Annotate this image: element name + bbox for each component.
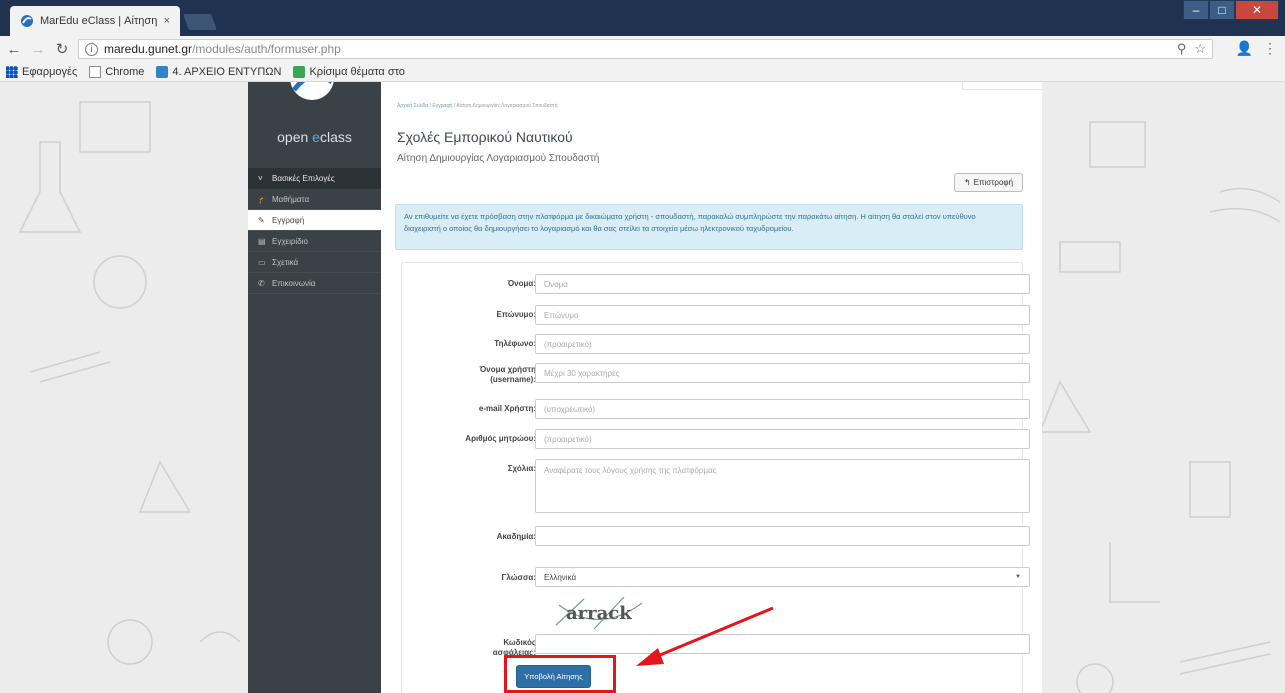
registry-number-label: Αριθμός μητρώου: (465, 434, 536, 443)
url-host: maredu.gunet.gr (104, 42, 193, 56)
sidebar-item-contact[interactable]: ✆ Επικοινωνία (248, 273, 381, 294)
window-controls: – □ ✕ (1183, 0, 1279, 20)
sidebar-item-register[interactable]: ✎ Εγγραφή (248, 210, 381, 231)
academy-input[interactable] (535, 526, 1030, 546)
bookmark-critical[interactable]: Κρίσιμα θέματα στο (293, 65, 405, 78)
address-bar[interactable]: i maredu.gunet.gr/modules/auth/formuser.… (78, 39, 1213, 59)
page-subtitle: Αίτηση Δημιουργίας Λογαριασμού Σπουδαστή (397, 153, 600, 164)
last-name-label: Επώνυμο: (496, 310, 536, 319)
top-strip (962, 82, 1042, 90)
svg-text:arrack: arrack (566, 603, 632, 624)
open-eclass-logo[interactable]: open eclass (248, 82, 381, 168)
first-name-input[interactable]: Όνομα (535, 274, 1030, 294)
language-label: Γλώσσα: (501, 573, 536, 582)
url-path: /modules/auth/formuser.php (192, 42, 341, 56)
sidebar-item-courses[interactable]: 🎓 Μαθήματα (248, 189, 381, 210)
browser-titlebar: MarEdu eClass | Αίτηση × – □ ✕ (0, 0, 1285, 36)
page-viewport: open eclass ˅ Βασικές Επιλογές 🎓 Μαθήματ… (0, 82, 1285, 693)
sidebar-header[interactable]: ˅ Βασικές Επιλογές (248, 168, 381, 189)
file-icon: ▤ (258, 236, 266, 246)
back-arrow-icon[interactable]: ← (4, 41, 24, 58)
menu-icon[interactable]: ⋮ (1263, 40, 1277, 57)
language-select[interactable]: Ελληνικά ▼ (535, 567, 1030, 587)
phone-icon: ✆ (258, 278, 265, 288)
first-name-label: Όνομα: (507, 279, 536, 288)
tab-title: MarEdu eClass | Αίτηση (40, 15, 158, 27)
bookmark-apps[interactable]: Εφαρμογές (6, 65, 77, 78)
browser-tab[interactable]: MarEdu eClass | Αίτηση × (10, 6, 180, 36)
username-label: Όνομα χρήστη (username): (479, 365, 536, 384)
academy-label: Ακαδημία: (496, 532, 536, 541)
phone-label: Τηλέφωνο: (494, 339, 536, 348)
annotation-highlight-box (504, 655, 616, 693)
edit-icon: ✎ (258, 215, 265, 225)
email-input[interactable]: (υποχρεωτικό) (535, 399, 1030, 419)
reply-arrow-icon: ↰ (963, 178, 971, 187)
bookmarks-bar: Εφαρμογές Chrome 4. ΑΡΧΕΙΟ ΕΝΤΥΠΩΝ Κρίσι… (0, 62, 1285, 82)
info-icon[interactable]: i (85, 42, 98, 56)
breadcrumb-home[interactable]: Αρχική Σελίδα (397, 103, 428, 109)
bookmark-archive[interactable]: 4. ΑΡΧΕΙΟ ΕΝΤΥΠΩΝ (156, 65, 281, 78)
annotation-arrow-icon (636, 606, 774, 666)
forward-arrow-icon[interactable]: → (28, 41, 48, 58)
trello-icon (156, 65, 169, 78)
last-name-input[interactable]: Επώνυμο (535, 305, 1030, 325)
sidebar-item-manual[interactable]: ▤ Εγχειρίδιο (248, 231, 381, 252)
breadcrumb: Αρχική Σελίδα / Εγγραφή / Αίτηση Δημιουρ… (397, 103, 558, 109)
registry-number-input[interactable]: (προαιρετικό) (535, 429, 1030, 449)
minimize-icon[interactable]: – (1183, 0, 1209, 20)
eclass-logo-icon (290, 82, 334, 100)
zoom-icon[interactable]: ⚲ (1177, 41, 1187, 57)
breadcrumb-register[interactable]: Εγγραφή (432, 103, 452, 109)
green-app-icon (293, 65, 306, 78)
eclass-favicon-icon (21, 15, 33, 27)
tab-close-icon[interactable]: × (164, 15, 170, 27)
sidebar: open eclass ˅ Βασικές Επιλογές 🎓 Μαθήματ… (248, 82, 381, 693)
chevron-down-icon: ˅ (258, 174, 263, 183)
bookmark-chrome[interactable]: Chrome (89, 65, 144, 78)
sidebar-item-about[interactable]: ▭ Σχετικά (248, 252, 381, 273)
username-input[interactable]: Μέχρι 30 χαρακτήρες (535, 363, 1030, 383)
page-icon (89, 65, 102, 78)
apps-grid-icon (6, 65, 18, 78)
email-label: e-mail Χρήστη: (478, 404, 536, 413)
page-title: Σχολές Εμπορικού Ναυτικού (397, 129, 573, 145)
logo-text: open eclass (277, 129, 352, 145)
back-button[interactable]: ↰ Επιστροφή (954, 173, 1023, 192)
credit-card-icon: ▭ (258, 257, 266, 267)
select-caret-icon: ▼ (1015, 574, 1021, 580)
info-notice: Αν επιθυμείτε να έχετε πρόσβαση στην πλα… (395, 204, 1023, 250)
reload-icon[interactable]: ↻ (52, 40, 72, 58)
maximize-icon[interactable]: □ (1209, 0, 1235, 20)
comments-textarea[interactable]: Αναφέρατε τους λόγους χρήσης της πλατφόρ… (535, 459, 1030, 513)
window-close-icon[interactable]: ✕ (1235, 0, 1279, 20)
graduation-cap-icon: 🎓 (258, 194, 268, 204)
breadcrumb-current: Αίτηση Δημιουργίας Λογαριασμού Σπουδαστή (456, 103, 558, 109)
new-tab-button[interactable] (183, 14, 217, 30)
phone-input[interactable]: (προαιρετικό) (535, 334, 1030, 354)
comments-label: Σχόλια: (507, 464, 536, 473)
profile-icon[interactable]: 👤 (1236, 40, 1253, 57)
bookmark-star-icon[interactable]: ☆ (1194, 41, 1206, 57)
browser-toolbar: ← → ↻ ⌂ i maredu.gunet.gr/modules/auth/f… (0, 36, 1285, 62)
